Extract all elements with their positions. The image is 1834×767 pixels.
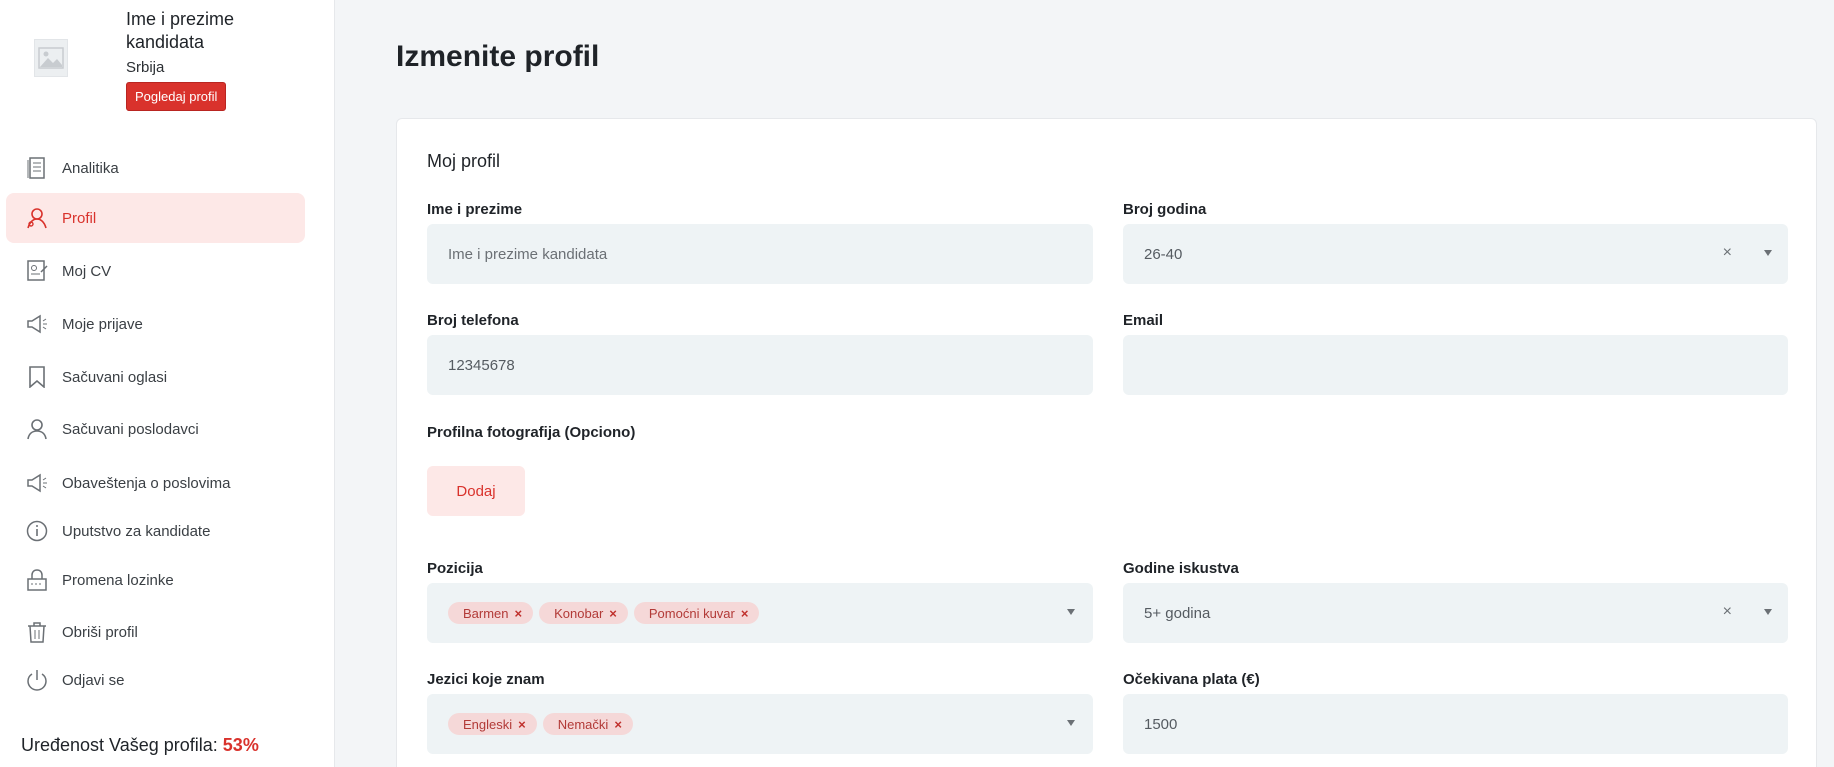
profile-completeness: Uređenost Vašeg profila: 53% bbox=[21, 735, 259, 756]
chevron-down-icon[interactable] bbox=[1067, 609, 1075, 615]
sidebar-item-label: Uputstvo za kandidate bbox=[62, 522, 211, 540]
user-card: Ime i prezime kandidata Srbija Pogledaj … bbox=[30, 8, 320, 118]
sidebar-item-label: Promena lozinke bbox=[62, 571, 174, 589]
email-field[interactable] bbox=[1123, 335, 1788, 395]
megaphone-icon bbox=[25, 312, 49, 336]
name-placeholder: Ime i prezime kandidata bbox=[448, 245, 608, 263]
remove-tag-icon[interactable]: × bbox=[609, 606, 617, 621]
tag-label: Konobar bbox=[554, 605, 604, 621]
remove-tag-icon[interactable]: × bbox=[741, 606, 749, 621]
phone-field[interactable]: 12345678 bbox=[427, 335, 1093, 395]
app: Ime i prezime kandidata Srbija Pogledaj … bbox=[0, 0, 1834, 767]
language-tags: Engleski × Nemački × bbox=[448, 713, 633, 735]
tag-label: Nemački bbox=[557, 716, 609, 732]
profile-icon bbox=[25, 206, 49, 230]
email-label: Email bbox=[1123, 312, 1164, 329]
age-select[interactable]: 26-40 × bbox=[1123, 224, 1788, 284]
info-icon bbox=[25, 519, 49, 543]
position-label: Pozicija bbox=[427, 560, 483, 577]
sidebar-item-label: Odjavi se bbox=[62, 671, 125, 689]
tag: Konobar × bbox=[539, 602, 628, 624]
sidebar-item-label: Sačuvani oglasi bbox=[62, 368, 168, 386]
languages-label: Jezici koje znam bbox=[427, 671, 545, 688]
sidebar-item-obrisi-profil[interactable]: Obriši profil bbox=[6, 607, 305, 657]
experience-value: 5+ godina bbox=[1144, 604, 1211, 622]
name-label: Ime i prezime bbox=[427, 201, 523, 218]
position-multiselect[interactable]: Barmen × Konobar × Pomoćni kuvar × bbox=[427, 583, 1093, 643]
avatar-placeholder-icon bbox=[34, 39, 68, 77]
position-tags: Barmen × Konobar × Pomoćni kuvar × bbox=[448, 602, 760, 624]
view-profile-button[interactable]: Pogledaj profil bbox=[126, 82, 227, 111]
power-icon bbox=[25, 668, 49, 692]
age-value: 26-40 bbox=[1144, 245, 1183, 263]
chevron-down-icon[interactable] bbox=[1067, 720, 1075, 726]
sidebar-item-obavestenja[interactable]: Obaveštenja o poslovima bbox=[6, 458, 305, 508]
age-label: Broj godina bbox=[1123, 201, 1207, 218]
tag-label: Pomoćni kuvar bbox=[648, 605, 735, 621]
name-field[interactable]: Ime i prezime kandidata bbox=[427, 224, 1093, 284]
clear-icon[interactable]: × bbox=[1723, 244, 1732, 262]
user-country: Srbija bbox=[126, 59, 165, 76]
sidebar-item-label: Moje prijave bbox=[62, 315, 143, 333]
completeness-label: Uređenost Vašeg profila: bbox=[21, 735, 218, 755]
lock-icon bbox=[25, 568, 49, 592]
sidebar-item-moje-prijave[interactable]: Moje prijave bbox=[6, 299, 305, 349]
page-title: Izmenite profil bbox=[396, 40, 600, 73]
sidebar-item-label: Obaveštenja o poslovima bbox=[62, 474, 231, 492]
tag: Barmen × bbox=[448, 602, 534, 624]
trash-icon bbox=[25, 620, 49, 644]
user-icon bbox=[25, 417, 49, 441]
analytics-icon bbox=[25, 156, 49, 180]
phone-label: Broj telefona bbox=[427, 312, 519, 329]
sidebar-item-label: Moj CV bbox=[62, 262, 112, 280]
sidebar-item-sacuvani-oglasi[interactable]: Sačuvani oglasi bbox=[6, 352, 305, 402]
section-title: Moj profil bbox=[427, 151, 501, 171]
remove-tag-icon[interactable]: × bbox=[518, 717, 526, 732]
sidebar-item-odjavi-se[interactable]: Odjavi se bbox=[6, 655, 305, 705]
sidebar-item-label: Obriši profil bbox=[62, 623, 138, 641]
photo-label: Profilna fotografija (Opciono) bbox=[427, 424, 636, 441]
sidebar-item-analitika[interactable]: Analitika bbox=[6, 143, 305, 193]
clear-icon[interactable]: × bbox=[1723, 603, 1732, 621]
tag-label: Barmen bbox=[463, 605, 509, 621]
sidebar-item-label: Profil bbox=[62, 209, 97, 227]
languages-multiselect[interactable]: Engleski × Nemački × bbox=[427, 694, 1093, 754]
tag: Pomoćni kuvar × bbox=[633, 602, 760, 624]
chevron-down-icon[interactable] bbox=[1764, 250, 1772, 256]
page-edge bbox=[1817, 0, 1834, 767]
sidebar: Ime i prezime kandidata Srbija Pogledaj … bbox=[0, 0, 335, 767]
salary-label: Očekivana plata (€) bbox=[1123, 671, 1260, 688]
salary-field[interactable]: 1500 bbox=[1123, 694, 1788, 754]
tag: Nemački × bbox=[542, 713, 633, 735]
sidebar-item-profil[interactable]: Profil bbox=[6, 193, 305, 243]
sidebar-item-uputstvo[interactable]: Uputstvo za kandidate bbox=[6, 506, 305, 556]
experience-label: Godine iskustva bbox=[1123, 560, 1239, 577]
bookmark-icon bbox=[25, 365, 49, 389]
remove-tag-icon[interactable]: × bbox=[515, 606, 523, 621]
experience-select[interactable]: 5+ godina × bbox=[1123, 583, 1788, 643]
sidebar-item-moj-cv[interactable]: Moj CV bbox=[6, 246, 305, 296]
chevron-down-icon[interactable] bbox=[1764, 609, 1772, 615]
salary-value: 1500 bbox=[1144, 715, 1178, 733]
cv-icon bbox=[25, 259, 49, 283]
add-photo-button[interactable]: Dodaj bbox=[427, 466, 525, 516]
remove-tag-icon[interactable]: × bbox=[614, 717, 622, 732]
tag-label: Engleski bbox=[463, 716, 513, 732]
sidebar-item-label: Analitika bbox=[62, 159, 119, 177]
completeness-value: 53% bbox=[222, 735, 259, 755]
tag: Engleski × bbox=[448, 713, 537, 735]
sidebar-item-sacuvani-poslodavci[interactable]: Sačuvani poslodavci bbox=[6, 404, 305, 454]
phone-value: 12345678 bbox=[448, 356, 515, 374]
megaphone-icon bbox=[25, 471, 49, 495]
user-name: Ime i prezime kandidata bbox=[126, 9, 235, 52]
profile-form-card: Moj profil Ime i prezime Ime i prezime k… bbox=[396, 118, 1817, 767]
sidebar-item-label: Sačuvani poslodavci bbox=[62, 420, 199, 438]
sidebar-item-promena-lozinke[interactable]: Promena lozinke bbox=[6, 555, 305, 605]
